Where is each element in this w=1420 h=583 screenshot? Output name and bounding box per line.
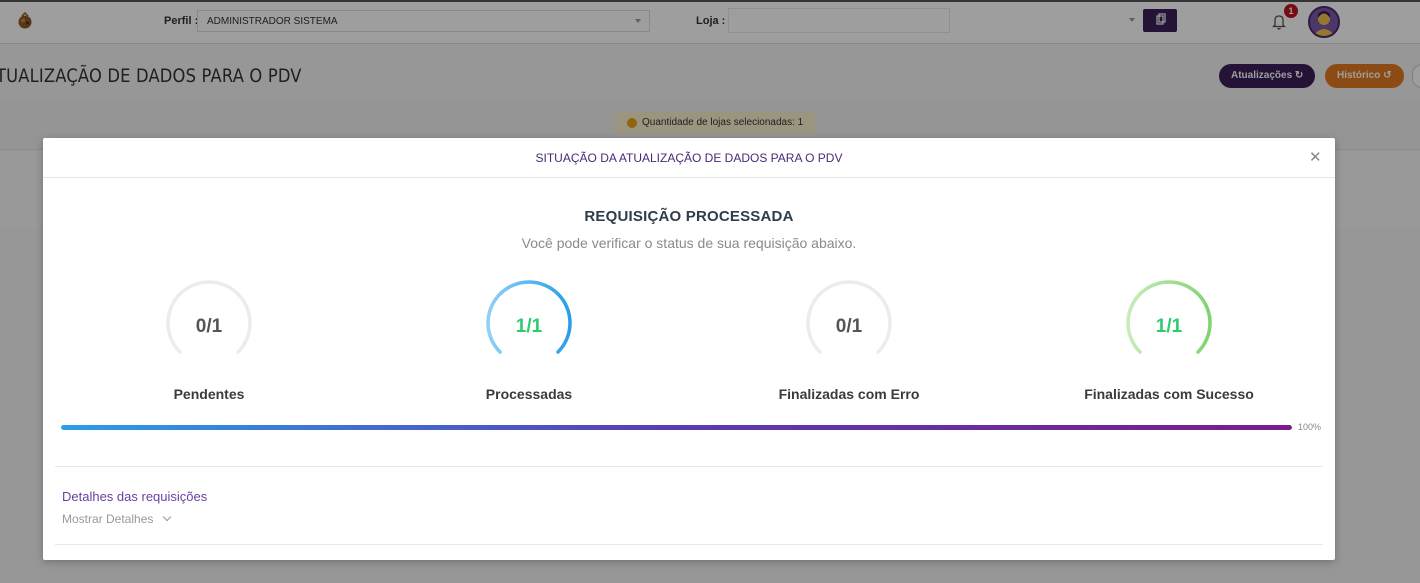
gauge-label: Processadas	[485, 386, 573, 402]
gauge-value: 0/1	[835, 316, 863, 337]
request-title: REQUISIÇÃO PROCESSADA	[584, 208, 794, 225]
gauge-label: Finalizadas com Sucesso	[1084, 386, 1254, 402]
details-title: Detalhes das requisições	[62, 489, 208, 504]
gauge-finalizadas-sucesso: 1/1 Finalizadas com Sucesso	[1019, 278, 1319, 408]
divider	[55, 544, 1323, 545]
gauge-label: Pendentes	[173, 386, 245, 402]
chevron-down-icon	[162, 512, 171, 522]
show-details-toggle[interactable]: Mostrar Detalhes	[62, 512, 171, 526]
progress-fill	[61, 425, 1292, 430]
gauge-value: 1/1	[1155, 316, 1183, 337]
gauge-finalizadas-erro: 0/1 Finalizadas com Erro	[699, 278, 999, 408]
gauge-value: 1/1	[515, 316, 543, 337]
modal-header: SITUAÇÃO DA ATUALIZAÇÃO DE DADOS PARA O …	[43, 138, 1335, 178]
request-subtitle: Você pode verificar o status de sua requ…	[521, 235, 857, 251]
divider	[55, 466, 1323, 467]
gauge-value: 0/1	[195, 316, 223, 337]
status-modal: SITUAÇÃO DA ATUALIZAÇÃO DE DADOS PARA O …	[43, 138, 1335, 560]
modal-title: SITUAÇÃO DA ATUALIZAÇÃO DE DADOS PARA O …	[535, 151, 843, 165]
gauge-processadas: 1/1 Processadas	[379, 278, 679, 408]
gauge-pendentes: 0/1 Pendentes	[59, 278, 359, 408]
progress-percent: 100%	[1298, 422, 1322, 432]
progress-bar	[61, 425, 1292, 430]
gauge-label: Finalizadas com Erro	[778, 386, 920, 402]
show-details-label: Mostrar Detalhes	[62, 512, 154, 526]
close-icon[interactable]: ✕	[1309, 150, 1322, 165]
